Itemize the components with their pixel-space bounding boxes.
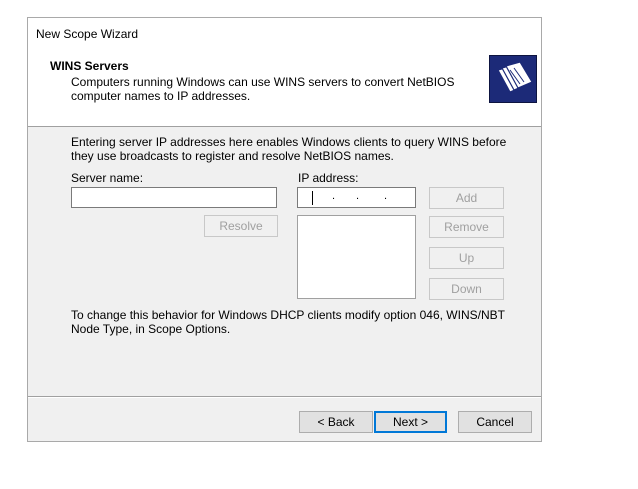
remove-button[interactable]: Remove bbox=[429, 216, 504, 238]
page-title: WINS Servers bbox=[50, 59, 129, 73]
text-caret bbox=[312, 191, 313, 205]
ip-address-label: IP address: bbox=[298, 171, 359, 185]
wizard-body: Entering server IP addresses here enable… bbox=[28, 126, 541, 394]
ip-address-input[interactable]: . . . bbox=[297, 187, 416, 208]
wins-server-list[interactable] bbox=[297, 215, 416, 299]
ip-separator: . bbox=[384, 190, 388, 202]
ip-separator: . bbox=[332, 190, 336, 202]
page-description: Computers running Windows can use WINS s… bbox=[71, 75, 455, 103]
wizard-window: New Scope Wizard WINS Servers Computers … bbox=[27, 17, 542, 442]
server-name-label: Server name: bbox=[71, 171, 144, 185]
folders-icon bbox=[489, 55, 537, 103]
down-button[interactable]: Down bbox=[429, 278, 504, 300]
next-button[interactable]: Next > bbox=[374, 411, 447, 433]
cancel-button[interactable]: Cancel bbox=[458, 411, 532, 433]
resolve-button[interactable]: Resolve bbox=[204, 215, 278, 237]
scope-options-note: To change this behavior for Windows DHCP… bbox=[71, 308, 505, 336]
intro-text: Entering server IP addresses here enable… bbox=[71, 135, 507, 163]
ip-separator: . bbox=[356, 190, 360, 202]
window-title: New Scope Wizard bbox=[36, 27, 139, 41]
footer-separator bbox=[28, 396, 541, 398]
wizard-header: WINS Servers Computers running Windows c… bbox=[28, 48, 541, 127]
back-button[interactable]: < Back bbox=[299, 411, 373, 433]
add-button[interactable]: Add bbox=[429, 187, 504, 209]
server-name-input[interactable] bbox=[71, 187, 277, 208]
up-button[interactable]: Up bbox=[429, 247, 504, 269]
title-bar: New Scope Wizard bbox=[28, 18, 541, 48]
